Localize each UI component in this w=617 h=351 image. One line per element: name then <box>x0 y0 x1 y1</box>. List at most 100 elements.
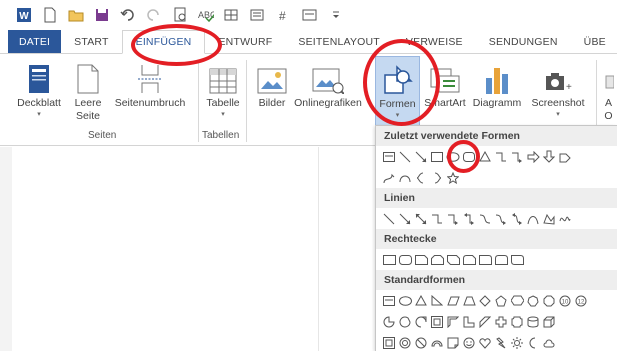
line-shape-icon[interactable] <box>398 149 412 165</box>
text-box-icon[interactable] <box>382 293 396 309</box>
plaque-icon[interactable] <box>510 314 524 330</box>
moon-icon[interactable] <box>526 335 540 351</box>
elbow-connector-icon[interactable] <box>430 211 444 227</box>
lightning-bolt-icon[interactable] <box>494 335 508 351</box>
double-arrow-line-icon[interactable] <box>414 211 428 227</box>
redo-icon[interactable] <box>146 7 162 23</box>
chart-button[interactable]: Diagramm <box>470 58 524 110</box>
elbow-double-arrow-icon[interactable] <box>462 211 476 227</box>
tab-seitenlayout[interactable]: SEITENLAYOUT <box>285 30 393 53</box>
screenshot-button[interactable]: + Screenshot ▾ <box>526 58 590 119</box>
pictures-button[interactable]: Bilder <box>252 58 292 110</box>
snip-diagonal-rectangle-icon[interactable] <box>446 252 460 268</box>
parallelogram-icon[interactable] <box>446 293 460 309</box>
blank-page-button[interactable]: Leere Seite <box>70 58 106 123</box>
heart-icon[interactable] <box>478 335 492 351</box>
curved-connector-icon[interactable] <box>478 211 492 227</box>
hexagon-icon[interactable] <box>510 293 524 309</box>
curved-double-arrow-icon[interactable] <box>510 211 524 227</box>
curved-arrow-icon[interactable] <box>494 211 508 227</box>
oval-shape-icon[interactable] <box>446 149 460 165</box>
line-icon[interactable] <box>382 211 396 227</box>
online-pictures-button[interactable]: Onlinegrafiken <box>294 58 362 110</box>
print-preview-icon[interactable] <box>172 7 188 23</box>
tab-einfuegen[interactable]: EINFÜGEN <box>121 30 206 54</box>
tab-verweise[interactable]: VERWEISE <box>393 30 476 53</box>
undo-icon[interactable] <box>120 7 136 23</box>
rectangle-shape-icon[interactable] <box>430 149 444 165</box>
left-bracket-shape-icon[interactable] <box>414 170 428 186</box>
cover-page-button[interactable]: Deckblatt ▾ <box>14 58 64 119</box>
format-icon[interactable] <box>250 7 266 23</box>
tab-start[interactable]: START <box>61 30 121 53</box>
octagon-icon[interactable] <box>542 293 556 309</box>
text-box-icon[interactable] <box>302 7 318 23</box>
paragraph-mark-icon[interactable]: # <box>276 7 292 23</box>
pentagon-icon[interactable] <box>494 293 508 309</box>
cross-icon[interactable] <box>494 314 508 330</box>
diagonal-stripe-icon[interactable] <box>478 314 492 330</box>
scribble-icon[interactable] <box>558 211 572 227</box>
right-arrow-shape-icon[interactable] <box>526 149 540 165</box>
save-icon[interactable] <box>94 7 110 23</box>
line-arrow-icon[interactable] <box>398 211 412 227</box>
cloud-icon[interactable] <box>542 335 556 351</box>
arc-shape-icon[interactable] <box>398 170 412 186</box>
smartart-button[interactable]: SmartArt <box>422 58 468 110</box>
donut-icon[interactable] <box>398 335 412 351</box>
pie-icon[interactable] <box>382 314 396 330</box>
elbow-arrow-icon[interactable] <box>446 211 460 227</box>
heptagon-icon[interactable] <box>526 293 540 309</box>
snip-corner-rectangle-icon[interactable] <box>414 252 428 268</box>
rectangle-icon[interactable] <box>382 252 396 268</box>
tab-datei[interactable]: DATEI <box>8 30 62 53</box>
page-break-button[interactable]: Seitenumbruch <box>110 58 190 110</box>
down-arrow-shape-icon[interactable] <box>542 149 556 165</box>
open-folder-icon[interactable] <box>68 7 84 23</box>
bevel-icon[interactable] <box>382 335 396 351</box>
curve-icon[interactable] <box>526 211 540 227</box>
right-brace-shape-icon[interactable] <box>430 170 444 186</box>
trapezoid-icon[interactable] <box>462 293 476 309</box>
apps-button[interactable]: A O <box>600 58 617 123</box>
round-corner-rectangle-icon[interactable] <box>478 252 492 268</box>
pentagon-shape-icon[interactable] <box>558 149 572 165</box>
freeform-icon[interactable] <box>542 211 556 227</box>
smiley-face-icon[interactable] <box>462 335 476 351</box>
elbow-arrow-shape-icon[interactable] <box>510 149 524 165</box>
diamond-icon[interactable] <box>478 293 492 309</box>
teardrop-icon[interactable] <box>414 314 428 330</box>
rounded-rectangle-icon[interactable] <box>398 252 412 268</box>
can-icon[interactable] <box>526 314 540 330</box>
half-frame-icon[interactable] <box>446 314 460 330</box>
snip-round-rectangle-icon[interactable] <box>462 252 476 268</box>
star-shape-icon[interactable] <box>446 170 460 186</box>
no-symbol-icon[interactable] <box>414 335 428 351</box>
round-same-side-rectangle-icon[interactable] <box>494 252 508 268</box>
tab-more[interactable]: ÜBE <box>571 30 617 53</box>
tab-sendungen[interactable]: SENDUNGEN <box>476 30 571 53</box>
right-triangle-icon[interactable] <box>430 293 444 309</box>
spelling-icon[interactable]: ABC <box>198 7 214 23</box>
chord-icon[interactable] <box>398 314 412 330</box>
triangle-shape-icon[interactable] <box>478 149 492 165</box>
isosceles-triangle-icon[interactable] <box>414 293 428 309</box>
sun-icon[interactable] <box>510 335 524 351</box>
elbow-connector-shape-icon[interactable] <box>494 149 508 165</box>
text-box-shape-icon[interactable] <box>382 149 396 165</box>
decagon-icon[interactable]: 10 <box>558 293 572 309</box>
cube-icon[interactable] <box>542 314 556 330</box>
block-arc-icon[interactable] <box>430 335 444 351</box>
draw-table-icon[interactable] <box>224 7 240 23</box>
folded-corner-icon[interactable] <box>446 335 460 351</box>
dodecagon-icon[interactable]: 12 <box>574 293 588 309</box>
new-document-icon[interactable] <box>42 7 58 23</box>
customize-toolbar-icon[interactable] <box>328 7 344 23</box>
curved-connector-shape-icon[interactable] <box>382 170 396 186</box>
table-button[interactable]: Tabelle ▾ <box>202 58 244 119</box>
tab-entwurf[interactable]: ENTWURF <box>205 30 285 53</box>
oval-icon[interactable] <box>398 293 412 309</box>
shapes-button[interactable]: Formen ▾ <box>375 56 420 128</box>
l-shape-icon[interactable] <box>462 314 476 330</box>
arrow-line-shape-icon[interactable] <box>414 149 428 165</box>
